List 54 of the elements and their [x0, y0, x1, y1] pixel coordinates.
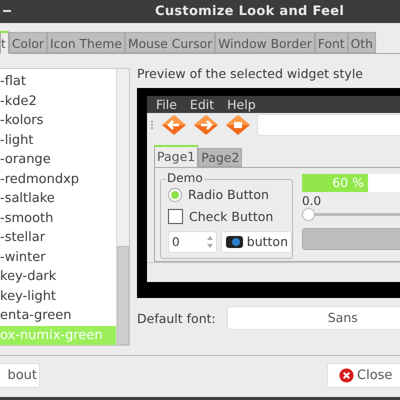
back-arrow-icon[interactable] — [161, 114, 187, 136]
combo-box[interactable] — [302, 228, 400, 250]
menu-item[interactable]: File — [156, 97, 177, 112]
checkbox-label: Check Button — [189, 209, 274, 224]
preview-label: Preview of the selected widget style — [137, 66, 364, 82]
scrollbar-thumb[interactable] — [117, 246, 129, 345]
close-button[interactable]: Close — [327, 363, 400, 388]
theme-list-item[interactable]: -flat — [0, 72, 116, 92]
progress-fill: 60 % — [302, 174, 368, 192]
theme-list-item[interactable]: enta-green — [0, 306, 116, 326]
checkbox[interactable] — [168, 209, 183, 224]
theme-list-item[interactable]: -kde2 — [0, 92, 116, 111]
spin-arrows-icon[interactable] — [206, 234, 213, 249]
notebook-tab[interactable]: Page1 — [154, 144, 198, 167]
frame-label: Demo — [166, 170, 204, 185]
theme-list-item[interactable]: -saltlake — [0, 189, 116, 208]
default-font-label: Default font: — [137, 310, 216, 326]
tab[interactable]: Oth — [348, 32, 376, 53]
radio-label: Radio Button — [188, 187, 269, 202]
spin-field[interactable]: 0 — [168, 230, 217, 253]
scrollbar[interactable] — [116, 69, 129, 345]
radio-button[interactable] — [168, 188, 182, 202]
close-icon — [339, 368, 354, 383]
window-title: Customize Look and Feel — [155, 4, 344, 19]
text-entry[interactable] — [257, 114, 400, 136]
slider-thumb[interactable] — [302, 208, 315, 221]
theme-list-item[interactable]: key-dark — [0, 267, 116, 286]
tab[interactable]: Icon Theme — [46, 32, 125, 53]
minimize-icon[interactable] — [3, 10, 11, 12]
icon-button[interactable]: button — [220, 230, 292, 253]
theme-list-item[interactable]: -winter — [0, 248, 116, 267]
theme-list-item[interactable]: -smooth — [0, 208, 116, 228]
forward-arrow-icon[interactable] — [193, 114, 219, 136]
camera-icon — [224, 234, 245, 249]
menu-item[interactable]: Edit — [190, 97, 214, 112]
tab[interactable]: Font — [314, 32, 348, 53]
tab[interactable]: Color — [8, 32, 47, 53]
about-button[interactable]: bout — [0, 363, 40, 388]
theme-list-item[interactable]: -kolors — [0, 111, 116, 130]
theme-list-item[interactable]: key-light — [0, 286, 116, 306]
theme-list-item[interactable]: -redmondxp — [0, 170, 116, 189]
menu-item[interactable]: Help — [227, 97, 256, 112]
theme-list-item[interactable]: -stellar — [0, 228, 116, 248]
notebook-tab[interactable]: Page2 — [198, 148, 242, 167]
slider[interactable] — [302, 208, 400, 221]
slider-value: 0.0 — [302, 194, 322, 209]
grip-icon — [151, 121, 155, 130]
theme-list-item[interactable]: -orange — [0, 150, 116, 170]
tab[interactable]: Mouse Cursor — [124, 32, 216, 53]
theme-list-item[interactable]: -light — [0, 130, 116, 150]
tab[interactable]: Window Border — [215, 32, 315, 53]
stop-icon[interactable] — [225, 114, 251, 136]
tab[interactable]: t — [0, 31, 9, 54]
font-button[interactable]: Sans — [226, 306, 400, 330]
